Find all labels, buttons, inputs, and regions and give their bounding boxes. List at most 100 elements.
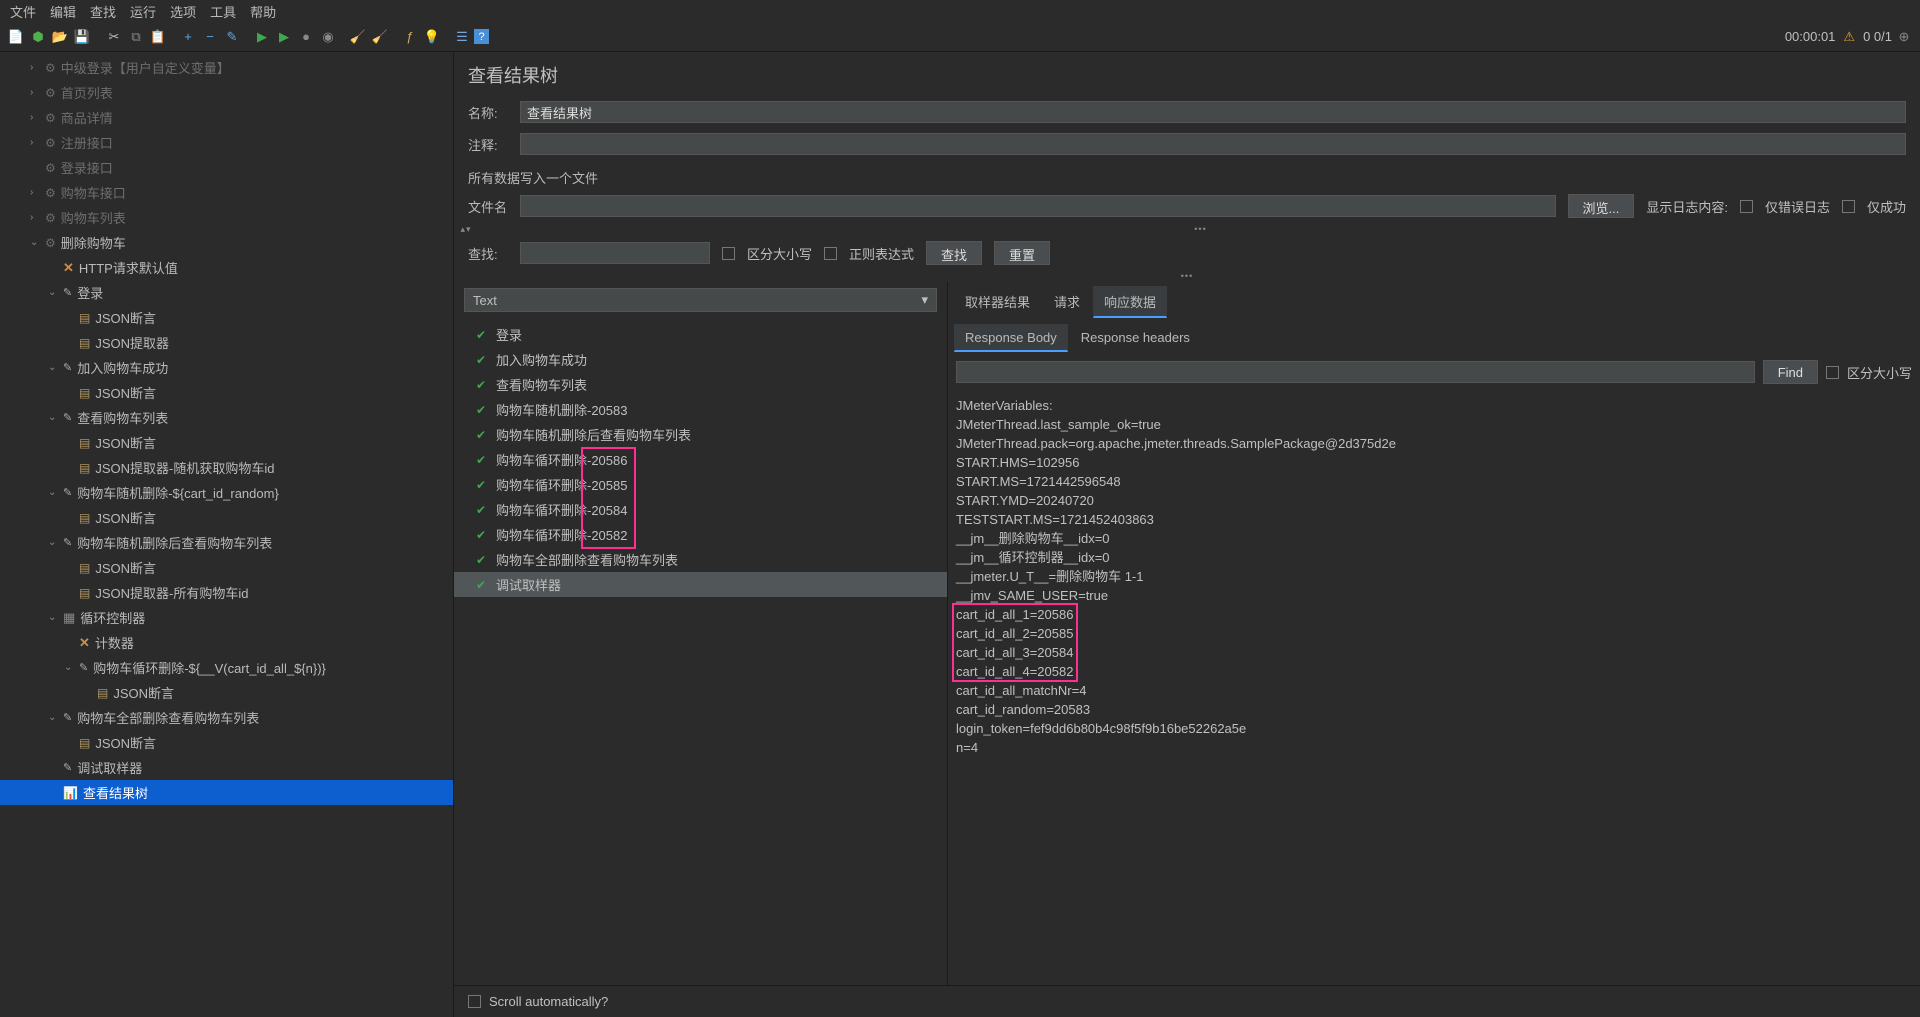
tree-item[interactable]: ⌄✎查看购物车列表 xyxy=(0,405,453,430)
menu-tools[interactable]: 工具 xyxy=(210,2,236,21)
tree-item[interactable]: ⌄▦循环控制器 xyxy=(0,605,453,630)
tree-item[interactable]: ⌄✎购物车循环删除-${__V(cart_id_all_${n})} xyxy=(0,655,453,680)
clear-icon[interactable]: 🧹 xyxy=(348,27,368,47)
tree-item[interactable]: ✎调试取样器 xyxy=(0,755,453,780)
result-item[interactable]: ✔查看购物车列表 xyxy=(454,372,947,397)
result-item[interactable]: ✔调试取样器 xyxy=(454,572,947,597)
browse-button[interactable]: 浏览... xyxy=(1568,194,1635,218)
list-icon[interactable]: ☰ xyxy=(452,27,472,47)
open-icon[interactable]: 📂 xyxy=(50,27,70,47)
result-label: 购物车随机删除-20583 xyxy=(496,400,627,419)
result-item[interactable]: ✔购物车循环删除-20584 xyxy=(454,497,947,522)
collapse-handle-left[interactable]: ▴▾ xyxy=(454,223,478,236)
find-input[interactable] xyxy=(956,361,1755,383)
minus-icon[interactable]: − xyxy=(200,27,220,47)
templates-icon[interactable]: ⬢ xyxy=(28,27,48,47)
response-line: __jmeter.U_T__=删除购物车 1-1 xyxy=(956,567,1912,586)
search-input[interactable] xyxy=(520,242,710,264)
tab-request[interactable]: 请求 xyxy=(1043,286,1091,318)
find-case-checkbox[interactable] xyxy=(1826,366,1839,379)
plus-icon[interactable]: + xyxy=(178,27,198,47)
tab-sampler[interactable]: 取样器结果 xyxy=(954,286,1041,318)
tree-item[interactable]: ▤JSON断言 xyxy=(0,430,453,455)
tree-item[interactable]: ›⚙商品详情 xyxy=(0,105,453,130)
tree-item[interactable]: ⌄✎购物车全部删除查看购物车列表 xyxy=(0,705,453,730)
find-button[interactable]: Find xyxy=(1763,360,1818,384)
clearall-icon[interactable]: 🧹 xyxy=(370,27,390,47)
warn-icon[interactable]: ⚠ xyxy=(1843,29,1855,45)
subtab-body[interactable]: Response Body xyxy=(954,324,1068,352)
result-item[interactable]: ✔购物车循环删除-20582 xyxy=(454,522,947,547)
tree-item[interactable]: ▤JSON断言 xyxy=(0,680,453,705)
tree-item[interactable]: 📊查看结果树 xyxy=(0,780,453,805)
only-errors-checkbox[interactable] xyxy=(1740,200,1753,213)
tree-item[interactable]: ▤JSON断言 xyxy=(0,555,453,580)
menu-run[interactable]: 运行 xyxy=(130,2,156,21)
cut-icon[interactable]: ✂ xyxy=(104,27,124,47)
result-item[interactable]: ✔购物车循环删除-20586 xyxy=(454,447,947,472)
comment-input[interactable] xyxy=(520,133,1906,155)
result-item[interactable]: ✔购物车全部删除查看购物车列表 xyxy=(454,547,947,572)
shutdown-icon[interactable]: ◉ xyxy=(318,27,338,47)
save-icon[interactable]: 💾 xyxy=(72,27,92,47)
stop-icon[interactable]: ● xyxy=(296,27,316,47)
result-item[interactable]: ✔购物车随机删除-20583 xyxy=(454,397,947,422)
tree-item[interactable]: ⌄✎购物车随机删除后查看购物车列表 xyxy=(0,530,453,555)
subtab-headers[interactable]: Response headers xyxy=(1070,324,1201,352)
tree-item[interactable]: ›⚙购物车列表 xyxy=(0,205,453,230)
fn-icon[interactable]: ƒ xyxy=(400,27,420,47)
tree-item[interactable]: ✕HTTP请求默认值 xyxy=(0,255,453,280)
tree-item[interactable]: ▤JSON断言 xyxy=(0,730,453,755)
result-item[interactable]: ✔登录 xyxy=(454,322,947,347)
file-input[interactable] xyxy=(520,195,1556,217)
regex-checkbox[interactable] xyxy=(824,247,837,260)
tree-item[interactable]: ›⚙中级登录【用户自定义变量】 xyxy=(0,55,453,80)
response-line: n=4 xyxy=(956,738,1912,757)
expand-icon[interactable]: ⊕ xyxy=(1894,27,1914,47)
new-icon[interactable]: 📄 xyxy=(6,27,26,47)
response-body[interactable]: JMeterVariables:JMeterThread.last_sample… xyxy=(948,390,1920,985)
menu-file[interactable]: 文件 xyxy=(10,2,36,21)
tree-item[interactable]: ⚙登录接口 xyxy=(0,155,453,180)
tree-item[interactable]: ▤JSON断言 xyxy=(0,380,453,405)
tree-item[interactable]: ⌄⚙删除购物车 xyxy=(0,230,453,255)
tree-item[interactable]: ⌄✎购物车随机删除-${cart_id_random} xyxy=(0,480,453,505)
tree-item[interactable]: ✕计数器 xyxy=(0,630,453,655)
scroll-checkbox[interactable] xyxy=(468,995,481,1008)
tree-item[interactable]: ›⚙首页列表 xyxy=(0,80,453,105)
tree-item[interactable]: ▤JSON提取器-随机获取购物车id xyxy=(0,455,453,480)
tree-item[interactable]: ▤JSON提取器 xyxy=(0,330,453,355)
copy-icon[interactable]: ⧉ xyxy=(126,27,146,47)
doc-icon: ▤ xyxy=(79,511,90,525)
tree-item[interactable]: ›⚙注册接口 xyxy=(0,130,453,155)
tree-item[interactable]: ⌄✎加入购物车成功 xyxy=(0,355,453,380)
test-plan-tree[interactable]: ›⚙中级登录【用户自定义变量】›⚙首页列表›⚙商品详情›⚙注册接口⚙登录接口›⚙… xyxy=(0,52,454,1017)
tree-item[interactable]: ▤JSON提取器-所有购物车id xyxy=(0,580,453,605)
run-icon[interactable]: ▶ xyxy=(252,27,272,47)
menu-search[interactable]: 查找 xyxy=(90,2,116,21)
result-item[interactable]: ✔加入购物车成功 xyxy=(454,347,947,372)
tree-item[interactable]: ▤JSON断言 xyxy=(0,305,453,330)
menu-help[interactable]: 帮助 xyxy=(250,2,276,21)
renderer-select[interactable]: Text▾ xyxy=(464,288,937,312)
menu-options[interactable]: 选项 xyxy=(170,2,196,21)
collapse-handle[interactable]: ••• xyxy=(481,223,1920,236)
result-item[interactable]: ✔购物车随机删除后查看购物车列表 xyxy=(454,422,947,447)
collapse-handle-2[interactable]: ••• xyxy=(454,270,1920,282)
help-icon[interactable]: ? xyxy=(474,29,489,44)
paste-icon[interactable]: 📋 xyxy=(148,27,168,47)
result-item[interactable]: ✔购物车循环删除-20585 xyxy=(454,472,947,497)
only-success-checkbox[interactable] xyxy=(1842,200,1855,213)
reset-button[interactable]: 重置 xyxy=(994,241,1050,265)
case-checkbox[interactable] xyxy=(722,247,735,260)
tree-item[interactable]: ⌄✎登录 xyxy=(0,280,453,305)
tree-item[interactable]: ›⚙购物车接口 xyxy=(0,180,453,205)
search-button[interactable]: 查找 xyxy=(926,241,982,265)
tree-item[interactable]: ▤JSON断言 xyxy=(0,505,453,530)
wand-icon[interactable]: ✎ xyxy=(222,27,242,47)
menu-edit[interactable]: 编辑 xyxy=(50,2,76,21)
name-input[interactable] xyxy=(520,101,1906,123)
run-notimer-icon[interactable]: ▶ xyxy=(274,27,294,47)
tab-response[interactable]: 响应数据 xyxy=(1093,286,1167,318)
hint-icon[interactable]: 💡 xyxy=(422,27,442,47)
